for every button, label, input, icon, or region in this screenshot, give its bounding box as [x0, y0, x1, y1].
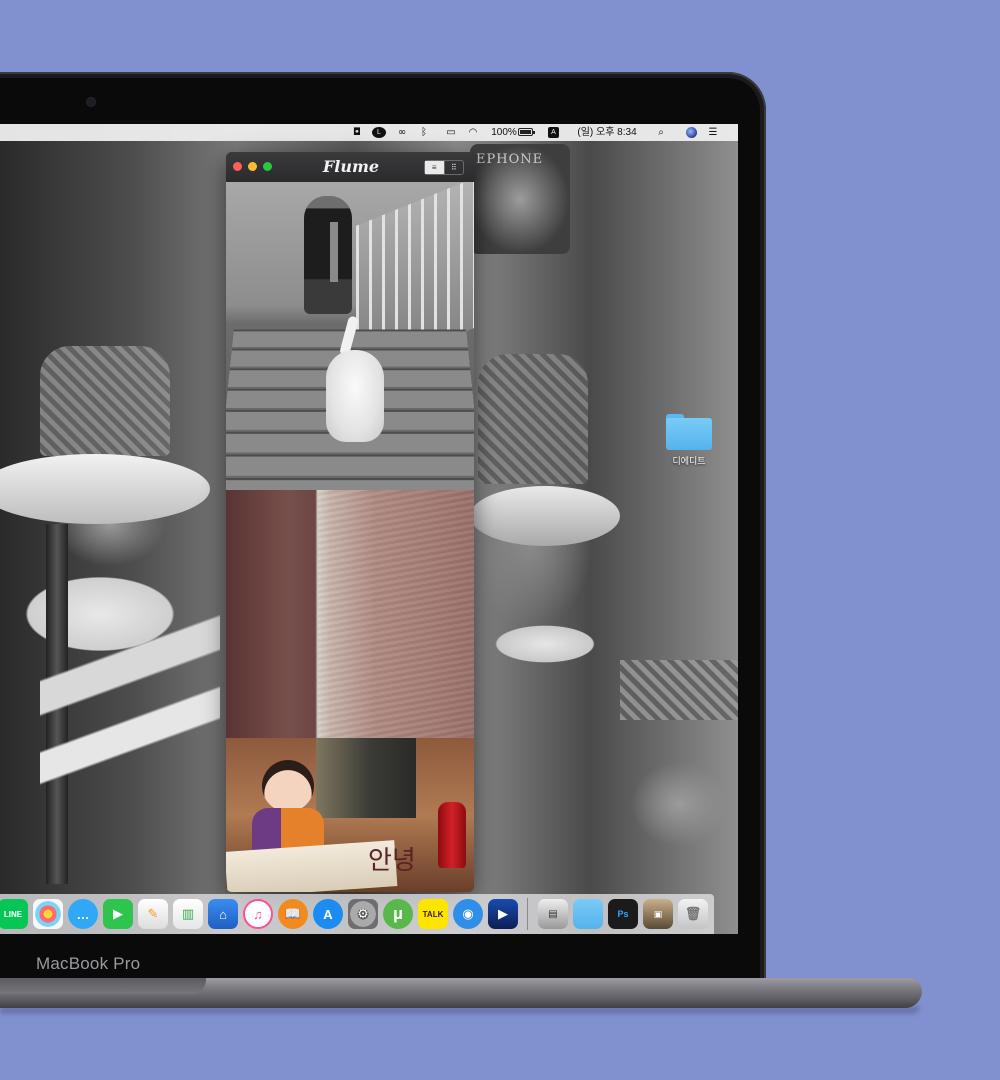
documents-folder-icon[interactable] — [573, 899, 603, 929]
screenshot-app-icon[interactable]: ◉ — [453, 899, 483, 929]
bluetooth-icon[interactable]: ᛒ — [418, 124, 430, 141]
wallpaper-woman-legs — [40, 594, 220, 814]
numbers-app-icon[interactable]: ▥ — [173, 899, 203, 929]
kakaotalk-app-label: TALK — [422, 909, 444, 919]
creative-cloud-icon[interactable]: ∞ — [394, 124, 410, 141]
wallpaper-shop-text: EPHONE — [476, 152, 544, 167]
photo-scarf — [330, 222, 338, 282]
zoom-button[interactable] — [263, 162, 272, 171]
image-stack-icon[interactable]: ▣ — [643, 899, 673, 929]
folder-icon — [666, 414, 712, 450]
system-preferences-icon[interactable]: ⚙ — [348, 899, 378, 929]
webcam — [87, 98, 95, 106]
siri-icon[interactable] — [686, 127, 697, 138]
dock-separator — [527, 898, 528, 930]
keynote-app-icon[interactable]: ⌂ — [208, 899, 238, 929]
child-with-paper-photo[interactable]: 안녕 — [226, 738, 474, 892]
grid-view-icon[interactable]: ⠿ — [443, 161, 464, 174]
textured-wall-photo[interactable] — [226, 490, 474, 738]
photos-app-icon[interactable] — [33, 899, 63, 929]
notification-center-icon[interactable]: ☰ — [706, 124, 720, 141]
folder-label: 디에디트 — [672, 456, 706, 466]
wallpaper-chair-left — [40, 346, 170, 456]
utorrent-app-icon[interactable]: µ — [383, 899, 413, 929]
battery-fill — [520, 130, 531, 134]
pages-app-icon[interactable]: ✎ — [138, 899, 168, 929]
wallpaper-stool — [620, 660, 738, 720]
photo-paper-text: 안녕 — [368, 846, 416, 876]
photo-wall-texture — [318, 490, 474, 738]
ibooks-app-icon[interactable]: 📖 — [278, 899, 308, 929]
itunes-app-icon[interactable]: ♫ — [243, 899, 273, 929]
folder-body — [666, 418, 712, 450]
camera-icon[interactable]: ◘ — [350, 124, 364, 141]
line-icon[interactable]: L — [372, 127, 386, 138]
view-mode-toggle: ≡ ⠿ — [424, 160, 464, 175]
trash-icon[interactable]: 🗑 — [678, 899, 708, 929]
photoshop-stack-icon[interactable]: Ps — [608, 899, 638, 929]
flume-window: Flume ≡ ⠿ 안녕 — [226, 152, 474, 892]
photo-fire-extinguisher — [438, 802, 466, 868]
app-store-icon[interactable]: A — [313, 899, 343, 929]
downloads-stack-icon[interactable]: ▤ — [538, 899, 568, 929]
flume-titlebar[interactable]: Flume ≡ ⠿ — [226, 152, 474, 182]
desktop-screen: EPHONE ◘ L ∞ ᛒ ▭ ◠ 100% A (일) 오후 8:34 ⌕ … — [0, 124, 738, 934]
photo-child-head — [262, 760, 314, 812]
facetime-app-icon[interactable]: ▶ — [103, 899, 133, 929]
wifi-icon[interactable]: ◠ — [466, 124, 480, 141]
device-label: MacBook Pro — [36, 954, 141, 973]
menu-bar: ◘ L ∞ ᛒ ▭ ◠ 100% A (일) 오후 8:34 ⌕ ☰ — [0, 124, 738, 141]
man-and-dog-on-stairs-photo[interactable] — [226, 182, 474, 490]
spotlight-icon[interactable]: ⌕ — [655, 124, 667, 141]
desktop-folder[interactable]: 디에디트 — [666, 414, 712, 467]
wallpaper-chair-right — [478, 354, 588, 484]
photo-adult-legs — [316, 738, 416, 818]
messages-app-icon[interactable]: … — [68, 899, 98, 929]
app-title: Flume — [322, 157, 380, 176]
line-app-label: LINE — [3, 909, 23, 919]
minimize-button[interactable] — [248, 162, 257, 171]
wallpaper-cafe-table-right — [470, 486, 620, 546]
clock[interactable]: (일) 오후 8:34 — [570, 124, 644, 141]
battery-icon[interactable] — [518, 128, 535, 136]
macbook-base-notch — [0, 978, 206, 994]
input-source-badge[interactable]: A — [548, 127, 559, 138]
battery-percent[interactable]: 100% — [490, 124, 518, 141]
airplay-icon[interactable]: ▭ — [444, 124, 458, 141]
kakaotalk-app-icon[interactable]: TALK — [418, 899, 448, 929]
photo-white-dog — [326, 350, 384, 442]
photo-man — [304, 196, 352, 314]
utorrent-app-label: µ — [393, 904, 403, 923]
list-view-icon[interactable]: ≡ — [425, 161, 444, 174]
close-button[interactable] — [233, 162, 242, 171]
line-app-icon[interactable]: LINE — [0, 899, 28, 929]
media-player-app-icon[interactable]: ▶ — [488, 899, 518, 929]
